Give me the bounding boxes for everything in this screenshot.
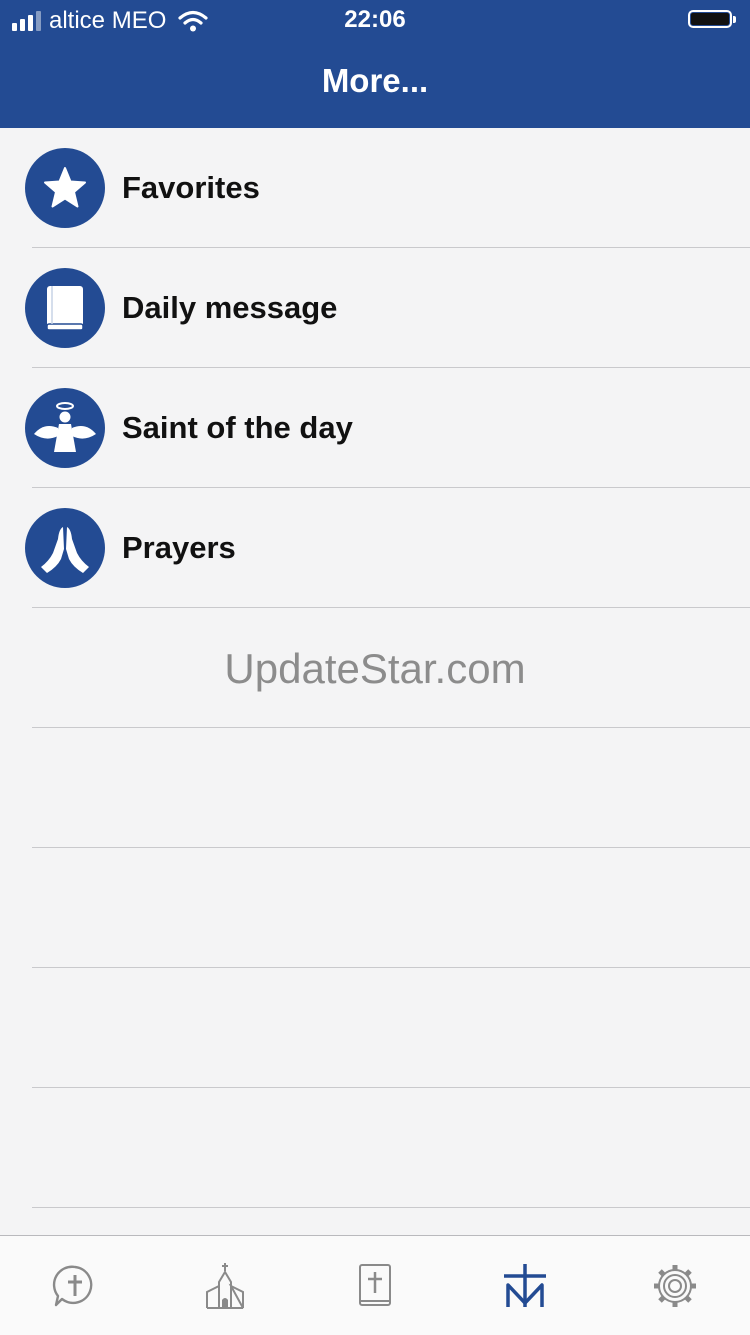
tab-more[interactable] (450, 1236, 600, 1335)
menu-item-label: Saint of the day (122, 410, 353, 445)
page-title: More... (321, 62, 429, 99)
menu-item-label: Daily message (122, 290, 338, 325)
empty-row (0, 1088, 750, 1208)
tab-settings[interactable] (600, 1236, 750, 1335)
status-bar: altice MEO 22:06 (0, 0, 750, 40)
praying-hands-icon (25, 508, 105, 588)
menu-item-saint-of-the-day[interactable]: Saint of the day (0, 368, 750, 488)
tab-messages[interactable] (0, 1236, 150, 1335)
battery-icon (688, 10, 738, 30)
menu-item-daily-message[interactable]: Daily message (0, 248, 750, 368)
book-icon (25, 268, 105, 348)
star-icon (25, 148, 105, 228)
menu-item-label: Prayers (122, 530, 236, 565)
menu-item-label: Favorites (122, 170, 260, 205)
cross-chat-icon (52, 1265, 93, 1306)
clock: 22:06 (344, 6, 406, 33)
empty-row (0, 848, 750, 968)
tab-bar (0, 1235, 750, 1335)
cross-m-icon (504, 1263, 546, 1307)
angel-icon (25, 388, 105, 468)
settings-gear-icon (654, 1264, 696, 1307)
tab-bible[interactable] (300, 1236, 450, 1335)
empty-row (0, 728, 750, 848)
nav-header: altice MEO 22:06 More... (0, 0, 750, 128)
watermark-text: UpdateStar.com (224, 645, 526, 692)
menu-item-favorites[interactable]: Favorites (0, 128, 750, 248)
menu-item-prayers[interactable]: Prayers (0, 488, 750, 608)
tab-church[interactable] (150, 1236, 300, 1335)
bible-icon (359, 1263, 391, 1306)
church-icon (206, 1262, 244, 1309)
empty-row (0, 968, 750, 1088)
